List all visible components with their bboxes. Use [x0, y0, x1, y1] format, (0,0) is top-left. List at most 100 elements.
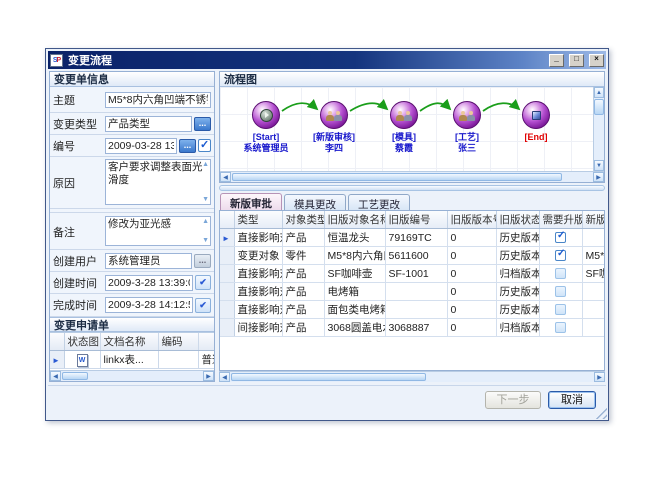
new-name-cell: M5*8 [582, 247, 605, 265]
scrollbar-thumb[interactable] [62, 372, 88, 380]
objects-table-hscrollbar[interactable]: ◀ ▶ [219, 371, 605, 382]
new-name-cell: SF咖 [582, 265, 605, 283]
upgrade-checkbox[interactable] [555, 268, 566, 279]
table-row[interactable]: 直接影响对象 产品 面包类电烤箱 0 历史版本 [220, 301, 605, 319]
upgrade-checkbox[interactable] [555, 232, 566, 243]
old-status-cell: 归档版本 [496, 319, 539, 337]
finished-time-dropdown-button[interactable]: ✔ [195, 298, 211, 313]
scroll-down-icon[interactable]: ▼ [202, 237, 209, 244]
scrollbar-thumb[interactable] [231, 373, 426, 381]
row-indicator-header [220, 211, 234, 229]
old-version-cell: 0 [447, 265, 496, 283]
created-time-dropdown-button[interactable]: ✔ [195, 275, 211, 290]
upgrade-checkbox[interactable] [555, 250, 566, 261]
table-row[interactable]: 变更对象 零件 M5*8内六角凹... 5611600 0 历史版本 M5*8 [220, 247, 605, 265]
tab-new-version-approval[interactable]: 新版审批 [220, 193, 282, 210]
old-status-cell: 历史版本 [496, 283, 539, 301]
scroll-up-icon[interactable]: ▲ [202, 161, 209, 168]
finished-time-label: 完成时间 [53, 297, 103, 313]
tab-mold-change[interactable]: 模具更改 [284, 194, 346, 210]
column-header-old-status[interactable]: 旧版状态 [496, 211, 539, 229]
tab-bar: 新版审批 模具更改 工艺更改 [219, 193, 605, 210]
scroll-left-icon[interactable]: ◀ [50, 371, 61, 381]
column-header-need-upgrade[interactable]: 需要升版 [539, 211, 582, 229]
reason-textarea[interactable]: 客户要求调整表面光滑度 [105, 159, 211, 205]
scroll-right-icon[interactable]: ▶ [593, 172, 604, 182]
flow-node-mold[interactable]: [模具]蔡霞 [390, 101, 418, 129]
scroll-left-icon[interactable]: ◀ [219, 372, 230, 382]
table-row[interactable]: ► W linkx表... 普通 [50, 351, 214, 369]
scroll-right-icon[interactable]: ▶ [594, 372, 605, 382]
title-bar[interactable]: SP 变更流程 _ □ × [48, 51, 606, 69]
users-icon [453, 101, 481, 129]
flow-node-start[interactable]: [Start]系统管理员 [252, 101, 280, 129]
scroll-down-icon[interactable]: ▼ [594, 160, 604, 171]
upgrade-checkbox[interactable] [555, 304, 566, 315]
table-header-row: 状态图 文档名称 编码 [50, 333, 214, 351]
node-person: 李四 [295, 143, 373, 154]
panel-splitter[interactable] [219, 185, 605, 191]
old-version-cell: 0 [447, 247, 496, 265]
new-name-cell [582, 319, 605, 337]
finished-time-input[interactable] [105, 297, 193, 313]
next-button[interactable]: 下一步 [485, 391, 541, 409]
column-header-extra[interactable] [198, 333, 214, 351]
close-button[interactable]: × [589, 54, 604, 67]
creator-input[interactable] [105, 253, 192, 269]
flow-hscrollbar[interactable]: ◀ ▶ [220, 171, 604, 182]
flow-node-process[interactable]: [工艺]张三 [453, 101, 481, 129]
remark-textarea[interactable]: 修改为亚光感 [105, 216, 211, 246]
minimize-button[interactable]: _ [549, 54, 564, 67]
column-header-old-name[interactable]: 旧版对象名称 [324, 211, 385, 229]
upgrade-checkbox[interactable] [555, 286, 566, 297]
old-version-cell: 0 [447, 301, 496, 319]
scrollbar-thumb[interactable] [232, 173, 562, 181]
change-type-browse-button[interactable]: ... [194, 117, 211, 131]
cancel-button[interactable]: 取消 [548, 391, 596, 409]
users-icon [390, 101, 418, 129]
table-row[interactable]: 间接影响对象 产品 3068圆盖电水壶 3068887 0 归档版本 [220, 319, 605, 337]
column-header-new-version[interactable]: 新版 [582, 211, 605, 229]
column-header-old-number[interactable]: 旧版编号 [385, 211, 447, 229]
scroll-up-icon[interactable]: ▲ [594, 87, 604, 98]
change-process-dialog: SP 变更流程 _ □ × 变更单信息 主题 变更类型 ... 编号 ... [45, 48, 609, 421]
column-header-old-version[interactable]: 旧版版本号 [447, 211, 496, 229]
node-label: [Start] [227, 132, 305, 143]
object-type-cell: 产品 [282, 301, 324, 319]
number-checkbox[interactable] [198, 139, 211, 152]
created-time-input[interactable] [105, 275, 193, 291]
subject-input[interactable] [105, 92, 211, 108]
table-row[interactable]: 直接影响对象 产品 SF咖啡壶 SF-1001 0 归档版本 SF咖 [220, 265, 605, 283]
request-table-hscrollbar[interactable]: ◀ ▶ [50, 370, 214, 381]
tab-process-change[interactable]: 工艺更改 [348, 194, 410, 210]
scroll-up-icon[interactable]: ▲ [202, 218, 209, 225]
column-header-type[interactable]: 类型 [234, 211, 282, 229]
change-type-input[interactable] [105, 116, 192, 132]
right-panel: 流程图 [219, 71, 605, 382]
type-cell: 直接影响对象 [234, 229, 282, 247]
table-row[interactable]: 直接影响对象 产品 电烤箱 0 历史版本 [220, 283, 605, 301]
column-header-object-type[interactable]: 对象类型 [282, 211, 324, 229]
table-row[interactable]: ► 直接影响对象 产品 恒温龙头 79169TC 0 历史版本 [220, 229, 605, 247]
column-header-status-icon[interactable]: 状态图 [64, 333, 100, 351]
column-header-code[interactable]: 编码 [158, 333, 198, 351]
old-version-cell: 0 [447, 229, 496, 247]
field-row-number: 编号 ... [50, 135, 214, 157]
scroll-down-icon[interactable]: ▼ [202, 196, 209, 203]
flow-node-review[interactable]: [新版审核]李四 [320, 101, 348, 129]
upgrade-checkbox[interactable] [555, 322, 566, 333]
creator-browse-button[interactable]: ... [194, 254, 211, 268]
flow-node-end[interactable]: [End] [522, 101, 550, 129]
field-row-remark: 备注 修改为亚光感 ▲ ▼ [50, 212, 214, 250]
scrollbar-thumb[interactable] [594, 99, 604, 115]
scroll-left-icon[interactable]: ◀ [220, 172, 231, 182]
flow-vscrollbar[interactable]: ▲ ▼ [593, 87, 604, 171]
maximize-button[interactable]: □ [569, 54, 584, 67]
number-input[interactable] [105, 138, 177, 154]
column-header-doc-name[interactable]: 文档名称 [100, 333, 158, 351]
code-cell [158, 351, 198, 369]
scroll-right-icon[interactable]: ▶ [203, 371, 214, 381]
reason-label: 原因 [53, 159, 103, 191]
creator-label: 创建用户 [53, 253, 103, 269]
number-browse-button[interactable]: ... [179, 139, 196, 153]
